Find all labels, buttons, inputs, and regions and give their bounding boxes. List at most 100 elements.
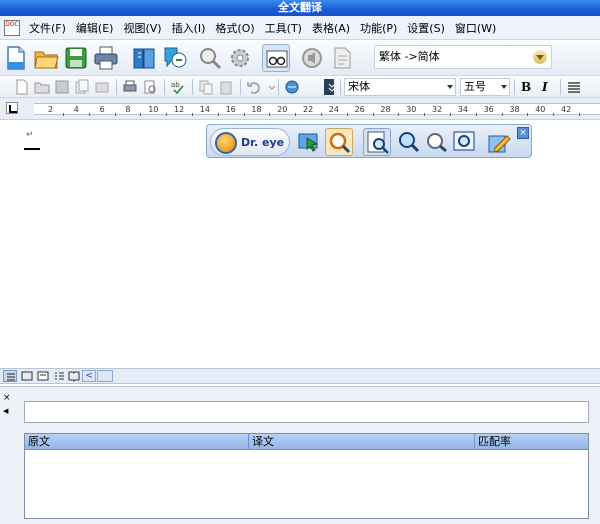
ruler-number: 14	[199, 105, 210, 114]
dreye-zoom-button[interactable]	[395, 128, 423, 156]
toolbar-separator	[240, 79, 241, 95]
new-document-button[interactable]	[2, 44, 30, 72]
settings-button[interactable]	[226, 44, 254, 72]
ruler-tick	[398, 113, 400, 116]
print-button[interactable]	[92, 44, 120, 72]
glasses-button[interactable]	[262, 44, 290, 72]
new-small-button[interactable]	[14, 79, 30, 95]
hyperlink-button[interactable]	[284, 79, 300, 95]
svg-text:ab: ab	[171, 81, 180, 89]
dreye-note-button[interactable]	[485, 128, 513, 156]
outline-icon	[55, 372, 64, 380]
document-tool-button[interactable]	[328, 44, 356, 72]
dreye-brand: Dr. eye	[241, 136, 285, 149]
normal-view-button[interactable]	[3, 370, 17, 382]
export-button[interactable]	[74, 79, 90, 95]
dreye-magnify-button[interactable]	[423, 128, 451, 156]
ruler-tick	[191, 113, 193, 116]
source-input[interactable]	[24, 401, 589, 423]
align-justify-button[interactable]	[566, 79, 582, 95]
font-size-value: 五号	[464, 80, 486, 93]
open-book-icon	[68, 371, 80, 382]
column-source[interactable]: 原文	[25, 434, 249, 450]
ruler-tick	[372, 113, 374, 116]
print-preview-button[interactable]	[142, 79, 158, 95]
open-button[interactable]	[32, 44, 60, 72]
speech-button[interactable]	[298, 44, 326, 72]
tab-stop-selector[interactable]	[6, 102, 18, 114]
paste-button[interactable]	[218, 79, 234, 95]
column-match-rate[interactable]: 匹配率	[475, 434, 588, 450]
font-name-select[interactable]: 宋体	[344, 78, 456, 96]
chevron-down-icon[interactable]	[533, 50, 547, 64]
ruler-number: 18	[251, 105, 262, 114]
column-translation[interactable]: 译文	[249, 434, 475, 450]
chevron-down-icon	[447, 85, 453, 89]
print-small-button[interactable]	[122, 79, 138, 95]
panel-collapse-button[interactable]: ◀	[3, 407, 8, 415]
cursor-book-icon	[298, 133, 319, 152]
translation-memory-panel: × ◀ 原文 译文 匹配率	[0, 386, 600, 524]
magnifier-orange-icon	[329, 132, 351, 154]
save-small-button[interactable]	[54, 79, 70, 95]
reading-view-button[interactable]	[67, 370, 81, 382]
italic-button[interactable]: I	[542, 79, 548, 95]
dreye-logo-button[interactable]: Dr. eye	[210, 128, 290, 156]
toolbar-separator	[514, 79, 515, 95]
toolbar-overflow-button[interactable]	[324, 79, 336, 95]
stack-button[interactable]	[94, 79, 110, 95]
ruler-number: 2	[48, 105, 54, 114]
dreye-cursor-lookup-button[interactable]	[295, 128, 323, 156]
speech-bubble-icon	[164, 47, 187, 68]
dreye-search-button[interactable]	[325, 128, 353, 156]
printer-small-icon	[123, 80, 137, 92]
menu-table[interactable]: 表格(A)	[307, 20, 355, 36]
spellcheck-button[interactable]: ab	[170, 79, 186, 95]
ruler-number: 20	[277, 105, 288, 114]
ruler-tick	[320, 113, 322, 116]
save-button[interactable]	[62, 44, 90, 72]
menu-window[interactable]: 窗口(W)	[450, 20, 501, 36]
bold-button[interactable]: B	[521, 79, 531, 95]
horizontal-scrollbar-thumb[interactable]	[97, 370, 113, 382]
ruler-number: 12	[174, 105, 185, 114]
dreye-screen-capture-button[interactable]	[451, 128, 479, 156]
ruler-tick	[62, 113, 64, 116]
magnifier-ring-icon	[427, 133, 447, 153]
view-bar: <	[0, 368, 600, 384]
undo-dropdown[interactable]	[264, 79, 276, 95]
lines-icon	[7, 373, 15, 381]
menu-view[interactable]: 视图(V)	[118, 20, 166, 36]
open-small-button[interactable]	[34, 79, 50, 95]
font-size-select[interactable]: 五号	[460, 78, 510, 96]
menu-edit[interactable]: 编辑(E)	[71, 20, 119, 36]
menu-function[interactable]: 功能(P)	[355, 20, 402, 36]
ruler-tick	[346, 113, 348, 116]
menu-settings[interactable]: 设置(S)	[402, 20, 450, 36]
query-button[interactable]	[196, 44, 224, 72]
menu-insert[interactable]: 插入(I)	[167, 20, 211, 36]
web-view-button[interactable]	[20, 370, 34, 382]
ruler-tick	[166, 113, 168, 116]
undo-button[interactable]	[246, 79, 262, 95]
dictionary-button[interactable]	[130, 44, 158, 72]
outline-view-button[interactable]	[52, 370, 66, 382]
folder-gray-icon	[34, 82, 50, 94]
ruler-number: 10	[148, 105, 159, 114]
copy-button[interactable]	[198, 79, 214, 95]
match-results-table[interactable]: 原文 译文 匹配率	[24, 433, 589, 519]
translate-sentence-button[interactable]	[160, 44, 188, 72]
dreye-translate-doc-button[interactable]	[363, 128, 391, 156]
page-view-button[interactable]	[36, 370, 50, 382]
menu-format[interactable]: 格式(O)	[210, 20, 259, 36]
ruler-tick	[114, 113, 116, 116]
scroll-left-button[interactable]: <	[82, 370, 96, 382]
app-doc-icon[interactable]: DOC	[4, 19, 20, 36]
dreye-close-button[interactable]: ×	[517, 127, 529, 139]
translation-direction-select[interactable]: 繁体 ->简体	[374, 45, 552, 69]
menu-tools[interactable]: 工具(T)	[260, 20, 307, 36]
ruler-number: 4	[73, 105, 79, 114]
menu-file[interactable]: 文件(F)	[24, 20, 71, 36]
panel-close-button[interactable]: ×	[3, 393, 11, 403]
ruler-number: 32	[432, 105, 443, 114]
